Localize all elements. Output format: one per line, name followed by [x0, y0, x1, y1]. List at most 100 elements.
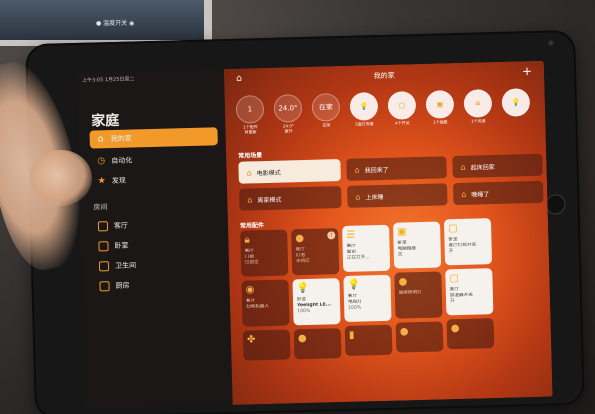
sidebar-item-room-kitchen[interactable]: 厨房 — [93, 274, 221, 295]
status-item-temperature[interactable]: 24.0° 24.0° 室外 — [271, 94, 306, 134]
sidebar: 上午3:05 1月25日周二 家庭 ⌂ 我的家 ◷ 自动化 ★ 发现 房间 客厅 — [75, 69, 233, 409]
sidebar-item-label: 发现 — [111, 176, 126, 186]
sidebar-item-room-living[interactable]: 客厅 — [92, 214, 220, 235]
sidebar-item-label: 我的家 — [110, 134, 132, 144]
status-item-update[interactable]: 1 1个配件 将更新 — [233, 95, 268, 135]
bulb-icon: ● — [297, 332, 307, 345]
room-icon — [99, 281, 110, 292]
accessory-tile[interactable]: ✤ — [242, 329, 291, 361]
sidebar-item-room-bathroom[interactable]: 卫生间 — [93, 254, 221, 275]
status-caption — [499, 118, 533, 119]
rooms-section-label: 房间 — [93, 203, 108, 212]
status-caption: 24.0° 室外 — [282, 123, 294, 134]
sidebar-item-my-home[interactable]: ⌂ 我的家 — [89, 127, 218, 149]
scene-tile[interactable]: ⌂ 起床回家 — [452, 153, 543, 179]
scene-tile[interactable]: ⌂ 电影模式 — [238, 159, 341, 184]
automation-icon: ◷ — [97, 156, 106, 167]
fan-icon: ✤ — [246, 334, 256, 346]
accessory-tile[interactable]: ▢ 客厅 加湿器开关 开 — [445, 268, 494, 316]
robot-icon: ◉ — [245, 284, 255, 296]
house-icon: ⌂ — [355, 192, 361, 202]
house-icon: ⌂ — [247, 194, 253, 204]
accessory-state: 开 — [448, 249, 454, 255]
status-item-outlets[interactable]: ▣ 1个插座 — [423, 90, 458, 126]
status-item-more[interactable]: 💡 — [499, 88, 534, 119]
accessory-tile[interactable]: ● ! 客厅 灯泡 未响应 — [291, 228, 340, 276]
sidebar-item-room-bedroom[interactable]: 卧室 — [92, 234, 220, 255]
home-app-screen: 上午3:05 1月25日周二 家庭 ⌂ 我的家 ◷ 自动化 ★ 发现 房间 客厅 — [75, 60, 553, 409]
accessory-name: 厨房照明灯 — [398, 289, 422, 296]
status-item-presence[interactable]: 在家 在家 — [309, 93, 344, 129]
accessory-tile[interactable]: ● — [395, 321, 444, 353]
sidebar-item-discover[interactable]: ★ 发现 — [91, 169, 219, 190]
background-device-text: ● 温度开关 ◉ — [96, 20, 135, 27]
scene-label: 离家模式 — [257, 196, 282, 204]
status-caption: 1个配件 将更新 — [243, 124, 258, 135]
accessory-tile[interactable]: 🔒︎ 客厅 门锁 已锁定 — [240, 229, 289, 277]
camera — [548, 40, 554, 46]
room-icon — [97, 221, 109, 232]
scene-tile[interactable]: ⌂ 离家模式 — [239, 186, 342, 211]
scene-label: 起床回家 — [470, 163, 495, 172]
status-caption: 在家 — [322, 122, 331, 128]
sidebar-item-label: 客厅 — [113, 221, 129, 230]
accessory-tile[interactable]: ▢ 卧室 客厅灯控开关 开 — [443, 218, 493, 266]
accessory-tile[interactable]: ● 厨房照明灯 — [394, 271, 443, 319]
house-icon: ⌂ — [97, 134, 104, 145]
accessory-tile[interactable]: 💡 卧室 Yeelight LE... 100% — [292, 278, 341, 326]
status-item-fan[interactable]: ≡ 1个风扇 — [461, 89, 496, 125]
bulb-icon: 💡 — [501, 88, 531, 117]
switch-icon: ▢ — [387, 91, 417, 120]
bulb-icon: 💡 — [296, 282, 310, 295]
sidebar-item-label: 卧室 — [114, 241, 129, 250]
background-device: ● 温度开关 ◉ — [0, 0, 212, 46]
scene-tile[interactable]: ⌂ 上床睡 — [347, 183, 448, 208]
room-icon — [98, 241, 109, 252]
accessory-tile[interactable]: ☰ 客厅 窗帘 正在打开... — [342, 224, 391, 273]
house-icon: ⌂ — [246, 167, 252, 178]
status-item-switches[interactable]: ▢ 4个开关 — [385, 91, 420, 127]
status-circle: 1 — [235, 95, 265, 124]
status-caption: 4个开关 — [395, 120, 410, 126]
switch-icon: ▢ — [448, 223, 458, 235]
sidebar-item-label: 厨房 — [115, 281, 130, 290]
tablet: 上午3:05 1月25日周二 家庭 ⌂ 我的家 ◷ 自动化 ★ 发现 房间 客厅 — [25, 29, 585, 414]
status-circle: 24.0° — [273, 94, 303, 123]
plug-icon: ▣ — [397, 226, 407, 238]
home-button[interactable] — [545, 194, 566, 215]
accessory-tile[interactable]: 💡 客厅 电视灯 100% — [343, 274, 392, 322]
bulb-icon: 💡 — [347, 279, 361, 291]
status-time: 上午3:05 1月25日周二 — [82, 76, 135, 84]
accessory-tile[interactable]: ▮ — [344, 324, 393, 356]
plug-icon: ▣ — [425, 90, 455, 119]
accessory-tile[interactable]: ▣ 卧室 电脑插座 关 — [392, 221, 442, 269]
page-title: 我的家 — [373, 71, 395, 81]
status-caption: 1个插座 — [433, 119, 448, 125]
background-device-screen: ● 温度开关 ◉ — [0, 0, 204, 40]
scene-tile[interactable]: ⌂ 晚睡了 — [452, 180, 544, 206]
status-item-lights[interactable]: 💡 3盏灯亮着 — [347, 92, 382, 128]
bulb-icon: ● — [450, 322, 460, 335]
accessory-tile[interactable]: ● — [446, 318, 495, 350]
sidebar-item-automation[interactable]: ◷ 自动化 — [90, 149, 218, 170]
room-icon — [98, 261, 110, 272]
lock-icon: 🔒︎ — [244, 234, 250, 246]
accessory-state: 正在打开... — [346, 255, 370, 261]
scene-label: 晚睡了 — [471, 190, 490, 199]
accessory-tile[interactable]: ◉ 客厅 扫地机器人 — [241, 279, 290, 327]
star-icon: ★ — [97, 176, 106, 187]
sidebar-title: 家庭 — [91, 112, 120, 130]
accessory-state: 100% — [297, 308, 311, 315]
accessory-state: 开 — [450, 299, 455, 305]
scene-tile[interactable]: ⌂ 我回来了 — [346, 156, 447, 181]
blind-icon: ☰ — [346, 229, 356, 241]
add-icon[interactable]: + — [522, 64, 532, 78]
bulb-icon: 💡 — [349, 92, 379, 121]
sidebar-item-label: 卫生间 — [114, 261, 137, 270]
house-icon: ⌂ — [460, 162, 466, 172]
accessory-name: 扫地机器人 — [246, 303, 270, 310]
status-caption: 3盏灯亮着 — [355, 121, 374, 127]
accessory-tile[interactable]: ● — [293, 328, 342, 360]
bulb-icon: ● — [398, 276, 408, 288]
scenes-label: 常用场景 — [238, 152, 263, 160]
